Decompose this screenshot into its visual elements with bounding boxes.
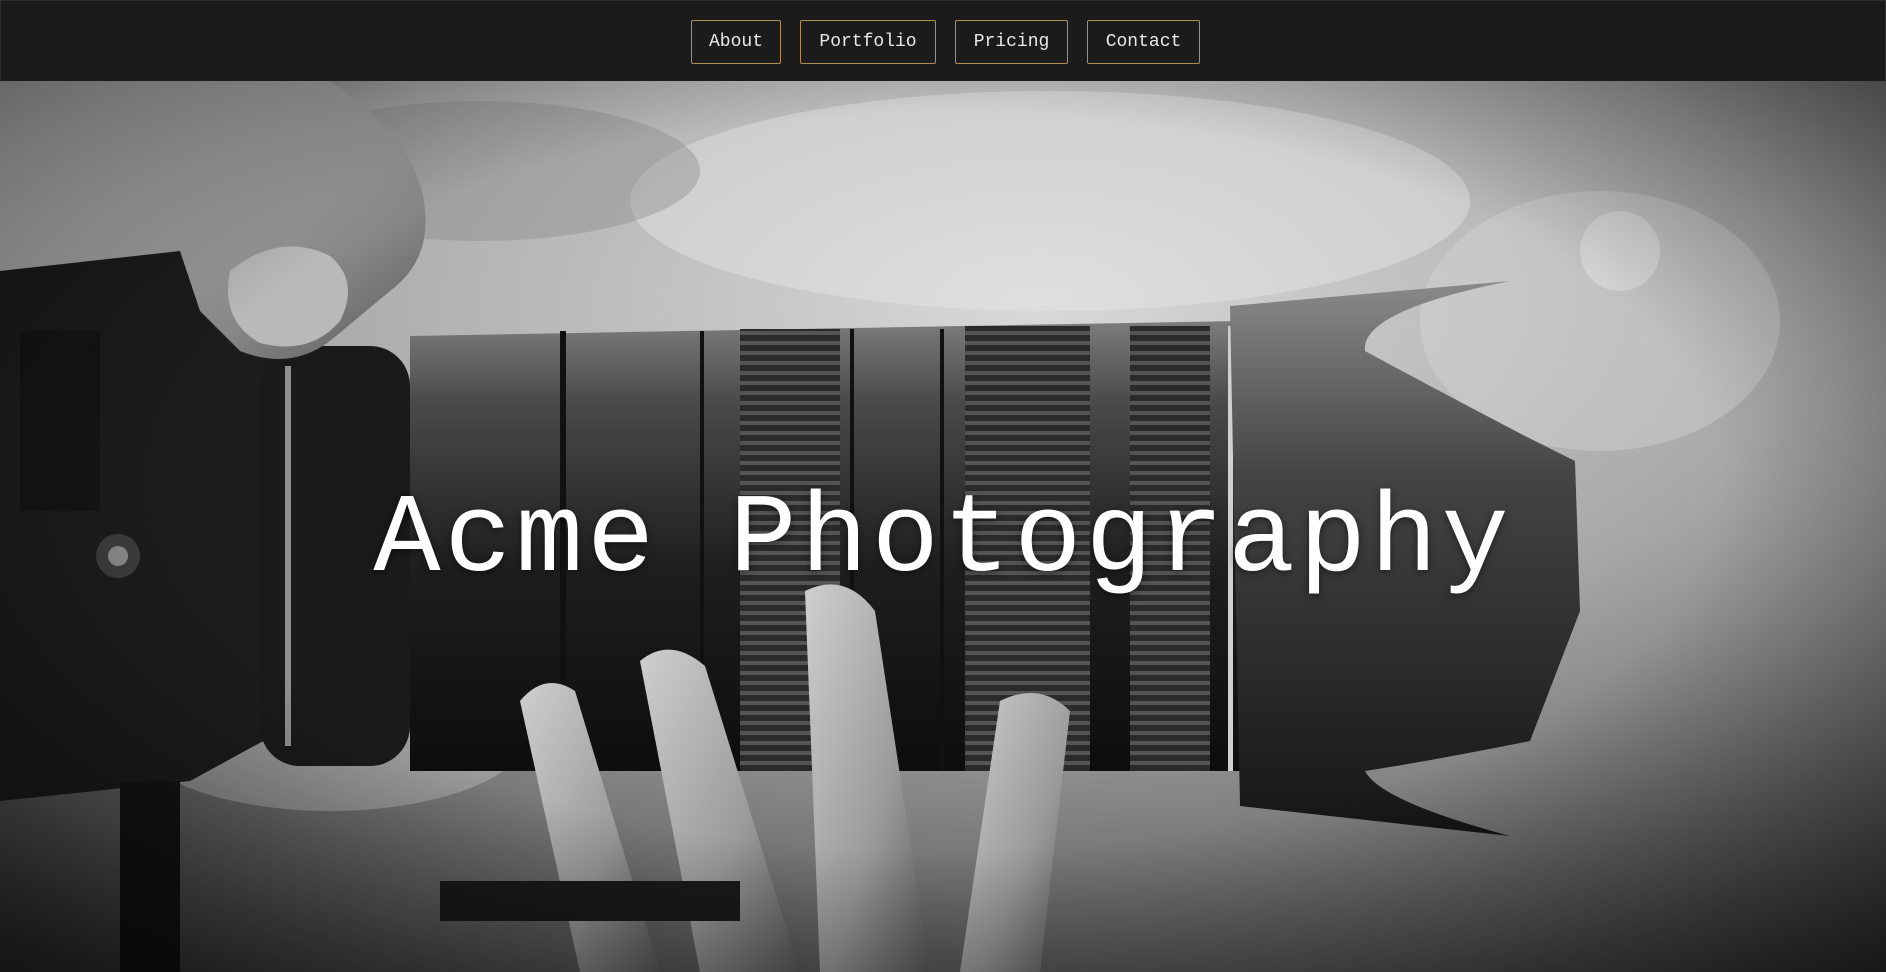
hero-title: Acme Photography — [373, 477, 1513, 604]
nav-pricing-button[interactable]: Pricing — [955, 20, 1068, 64]
nav-portfolio-button[interactable]: Portfolio — [800, 20, 936, 64]
nav-about-button[interactable]: About — [691, 20, 781, 64]
nav-contact-button[interactable]: Contact — [1087, 20, 1200, 64]
top-navigation-bar: About Portfolio Pricing Contact — [0, 0, 1886, 82]
hero-section: Acme Photography — [0, 81, 1886, 972]
